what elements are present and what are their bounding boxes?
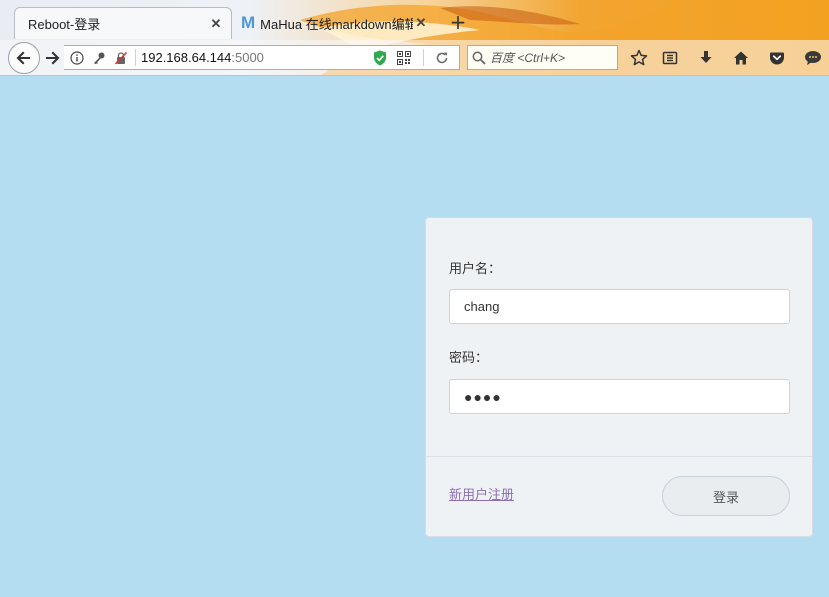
download-icon <box>700 51 712 63</box>
password-label: 密码： <box>449 351 489 366</box>
login-button[interactable]: 登录 <box>662 476 790 516</box>
bookmark-button[interactable] <box>627 46 651 70</box>
info-icon[interactable] <box>68 49 86 67</box>
magnifier-icon <box>472 51 486 65</box>
close-icon[interactable]: ✕ <box>208 16 224 32</box>
download-button[interactable] <box>694 46 718 70</box>
library-icon <box>662 51 678 65</box>
key-icon[interactable] <box>90 49 108 67</box>
url-text[interactable]: 192.168.64.144:5000 <box>141 50 264 65</box>
close-icon[interactable]: ✕ <box>413 15 429 31</box>
url-host: 192.168.64.144 <box>141 50 232 65</box>
chat-icon <box>805 51 821 65</box>
page-viewport: 用户名： chang 密码： ●●●● 新用户注册 登录 <box>0 77 829 597</box>
password-input[interactable]: ●●●● <box>449 379 790 414</box>
url-separator <box>135 49 136 66</box>
url-port: :5000 <box>231 50 264 65</box>
tab-title: Reboot-登录 <box>28 17 101 32</box>
username-input[interactable]: chang <box>449 289 790 324</box>
tab-strip: Reboot-登录 ✕ M MaHua 在线markdown编辑 ✕ + <box>0 0 829 40</box>
username-value: chang <box>464 299 500 314</box>
insecure-lock-icon[interactable] <box>112 49 130 67</box>
pocket-icon <box>770 52 784 65</box>
url-actions <box>367 49 459 67</box>
address-bar[interactable]: 192.168.64.144:5000 <box>64 45 460 70</box>
register-link[interactable]: 新用户注册 <box>449 484 514 503</box>
plus-icon[interactable]: + <box>446 10 470 34</box>
star-icon <box>630 49 648 66</box>
password-value: ●●●● <box>464 388 502 405</box>
search-box[interactable]: 百度 <Ctrl+K> <box>467 45 618 70</box>
arrow-left-icon <box>16 51 30 65</box>
shield-icon[interactable] <box>371 49 389 67</box>
search-placeholder: 百度 <Ctrl+K> <box>490 51 566 65</box>
browser-chrome: Reboot-登录 ✕ M MaHua 在线markdown编辑 ✕ + 192… <box>0 0 829 76</box>
mahua-favicon-icon: M <box>241 13 255 32</box>
pocket-button[interactable] <box>765 46 789 70</box>
library-button[interactable] <box>658 46 682 70</box>
username-label: 用户名： <box>449 262 502 277</box>
tab-reboot-login[interactable]: Reboot-登录 ✕ <box>14 7 232 39</box>
qr-code-icon[interactable] <box>395 49 413 67</box>
forward-button[interactable] <box>40 46 64 70</box>
panel-divider <box>426 456 812 457</box>
back-button[interactable] <box>8 42 40 74</box>
home-button[interactable] <box>729 46 753 70</box>
tab-title: MaHua 在线markdown编辑 <box>260 16 413 32</box>
url-separator <box>423 49 424 66</box>
home-icon <box>734 51 748 65</box>
tab-mahua-markdown[interactable]: M MaHua 在线markdown编辑 ✕ <box>236 7 436 39</box>
reload-icon[interactable] <box>433 49 451 67</box>
login-panel: 用户名： chang 密码： ●●●● 新用户注册 登录 <box>425 217 813 537</box>
navigation-toolbar: 192.168.64.144:5000 百度 <Ctrl+K> <box>0 40 829 75</box>
chat-button[interactable] <box>801 46 825 70</box>
arrow-right-icon <box>46 51 60 65</box>
